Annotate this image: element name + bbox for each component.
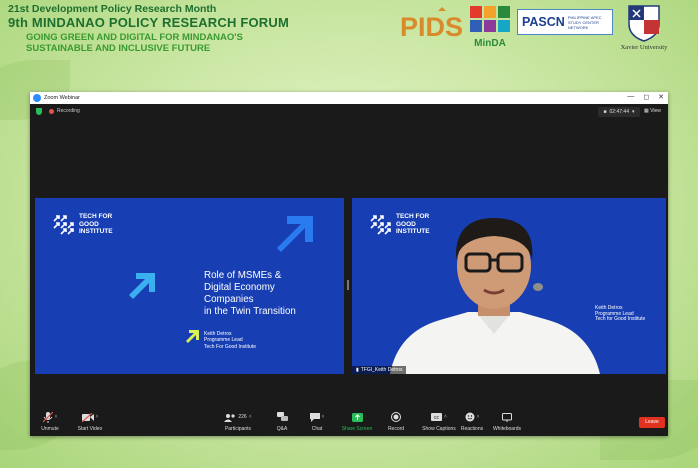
reactions-icon bbox=[465, 412, 475, 422]
record-icon bbox=[391, 412, 401, 422]
reactions-options-icon[interactable]: ˄ bbox=[477, 414, 480, 420]
qa-label: Q&A bbox=[276, 426, 288, 432]
participants-button[interactable]: 226 ˄ Participants bbox=[218, 411, 258, 432]
participants-label: Participants bbox=[224, 426, 252, 432]
highlight-arrow-icon bbox=[186, 330, 199, 343]
zoom-app-icon bbox=[33, 94, 41, 102]
event-subtitle: 21st Development Policy Research Month bbox=[8, 3, 217, 15]
slide-presenter-org: Tech For Good Institute bbox=[204, 343, 256, 350]
svg-text:cc: cc bbox=[434, 415, 440, 421]
event-theme-line-1: GOING GREEN AND DIGITAL FOR MINDANAO'S bbox=[26, 32, 243, 43]
zoom-window: Zoom Webinar — ◻ ✕ Recording ■ 02:47:44 … bbox=[30, 92, 668, 436]
participant-name: TFGI_Keith Detros bbox=[360, 367, 403, 373]
speaker-caption: Keith Detros Programme Lead Tech for Goo… bbox=[595, 305, 646, 323]
record-button[interactable]: Record bbox=[376, 411, 416, 432]
meeting-topbar: Recording ■ 02:47:44 ▾ ▦ View bbox=[30, 104, 668, 120]
minda-logo-text: MinDA bbox=[474, 38, 506, 49]
event-theme: GOING GREEN AND DIGITAL FOR MINDANAO'S S… bbox=[26, 32, 243, 54]
view-button[interactable]: ▦ View bbox=[644, 108, 661, 114]
slide-title: Role of MSMEs & Digital Economy Companie… bbox=[204, 270, 334, 318]
event-theme-line-2: SUSTAINABLE AND INCLUSIVE FUTURE bbox=[26, 43, 211, 54]
participant-name-tag: ▮ TFGI_Keith Detros bbox=[352, 366, 407, 374]
unmute-label: Unmute bbox=[41, 426, 59, 432]
recording-icon bbox=[49, 109, 54, 114]
window-titlebar: Zoom Webinar — ◻ ✕ bbox=[30, 92, 668, 104]
chat-icon bbox=[309, 412, 320, 422]
tfgi-arrows-icon bbox=[53, 215, 74, 235]
tfgi-line-1: TECH FOR bbox=[79, 213, 113, 220]
panel-resize-handle[interactable] bbox=[347, 280, 349, 290]
slide-title-line-4: in the Twin Transition bbox=[204, 306, 296, 317]
whiteboards-button[interactable]: Whiteboards bbox=[487, 411, 527, 432]
xu-shield-icon bbox=[628, 5, 660, 42]
tfgi-logo: TECH FOR GOOD INSTITUTE bbox=[52, 213, 113, 236]
window-title: Zoom Webinar bbox=[44, 95, 80, 101]
slide-presenter: Keith Detros Programme Lead Tech For Goo… bbox=[204, 331, 256, 350]
view-grid-icon: ▦ bbox=[644, 108, 649, 114]
minda-logo: MinDA bbox=[468, 4, 512, 50]
speaker-person bbox=[390, 218, 600, 374]
timer-value: 02:47:44 bbox=[609, 109, 629, 115]
signal-bars-icon: ▮ bbox=[356, 367, 359, 373]
slide-title-line-1: Role of MSMEs & bbox=[204, 270, 282, 281]
start-video-button[interactable]: ˄ Start Video bbox=[70, 411, 110, 432]
video-options-icon[interactable]: ˄ bbox=[96, 414, 99, 420]
whiteboard-icon bbox=[502, 412, 512, 422]
medium-arrow-icon bbox=[129, 273, 155, 299]
reactions-button[interactable]: ˄ Reactions bbox=[452, 411, 492, 432]
chat-label: Chat bbox=[311, 426, 323, 432]
record-label: Record bbox=[387, 426, 405, 432]
recording-label: Recording bbox=[57, 108, 80, 114]
pids-logo: PIDS bbox=[398, 7, 464, 42]
shared-slide: TECH FOR GOOD INSTITUTE Role of MSMEs & … bbox=[35, 198, 344, 374]
share-screen-button[interactable]: Share Screen bbox=[337, 411, 377, 432]
chat-button[interactable]: ˄ Chat bbox=[297, 411, 337, 432]
slide-title-line-2: Digital Economy bbox=[204, 282, 275, 293]
pascn-logo: PASCN PHILIPPINE APEC STUDY CENTER NETWO… bbox=[517, 9, 613, 35]
reactions-label: Reactions bbox=[460, 426, 484, 432]
slide-title-line-3: Companies bbox=[204, 294, 254, 305]
tfgi-line-2: GOOD bbox=[79, 220, 99, 228]
xavier-university-label: Xavier University bbox=[620, 44, 668, 51]
timer-dropdown-icon[interactable]: ▾ bbox=[632, 109, 635, 115]
minimize-icon[interactable]: — bbox=[627, 93, 634, 101]
pascn-logo-text: PASCN bbox=[522, 15, 565, 29]
tfgi-line-3: INSTITUTE bbox=[79, 228, 113, 235]
captions-options-icon[interactable]: ˄ bbox=[444, 414, 447, 420]
participants-icon bbox=[224, 413, 235, 422]
meeting-toolbar: ˄ Unmute ˄ Start Video 226 ˄ Participant… bbox=[30, 408, 668, 436]
speaker-org: Tech for Good Institute bbox=[595, 316, 646, 323]
close-icon[interactable]: ✕ bbox=[658, 93, 664, 101]
large-arrow-icon bbox=[277, 216, 313, 252]
xavier-university-logo: Xavier University bbox=[616, 4, 672, 52]
view-label: View bbox=[650, 108, 661, 114]
maximize-icon[interactable]: ◻ bbox=[643, 93, 649, 101]
qa-button[interactable]: Q&A bbox=[262, 411, 302, 432]
pids-logo-text: PIDS bbox=[400, 12, 463, 41]
pascn-logo-subtext: PHILIPPINE APEC STUDY CENTER NETWORK bbox=[567, 14, 602, 30]
unmute-options-icon[interactable]: ˄ bbox=[55, 414, 58, 420]
participants-options-icon[interactable]: ˄ bbox=[249, 414, 252, 420]
share-screen-label: Share Screen bbox=[341, 426, 373, 432]
meeting-timer: ■ 02:47:44 ▾ bbox=[598, 107, 640, 117]
security-shield-icon[interactable] bbox=[36, 108, 42, 115]
video-off-icon bbox=[81, 412, 94, 422]
timer-icon: ■ bbox=[603, 109, 607, 115]
chat-options-icon[interactable]: ˄ bbox=[322, 414, 325, 420]
start-video-label: Start Video bbox=[77, 426, 103, 432]
unmute-button[interactable]: ˄ Unmute bbox=[30, 411, 70, 432]
event-title: 9th MINDANAO POLICY RESEARCH FORUM bbox=[8, 15, 290, 30]
share-screen-icon bbox=[351, 412, 363, 422]
microphone-muted-icon bbox=[42, 411, 53, 423]
qa-icon bbox=[276, 412, 288, 421]
whiteboards-label: Whiteboards bbox=[492, 426, 522, 432]
speaker-video: TECH FOR GOOD INSTITUTE Keith Detros Pro… bbox=[352, 198, 666, 374]
participants-count: 226 bbox=[238, 414, 247, 420]
captions-icon: cc bbox=[431, 413, 443, 421]
leave-button[interactable]: Leave bbox=[639, 417, 665, 428]
